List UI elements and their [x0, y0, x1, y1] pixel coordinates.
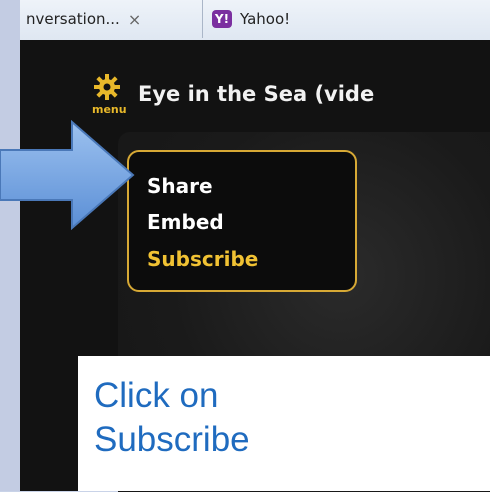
gear-icon[interactable] [92, 72, 122, 102]
menu-item-share[interactable]: Share [147, 174, 213, 198]
caption-text: Click on Subscribe [94, 374, 250, 462]
video-title: Eye in the Sea (vide [138, 82, 375, 106]
browser-tab-bar: nversation... × Y! Yahoo! [20, 0, 490, 41]
tab-conversation[interactable]: nversation... × [26, 0, 203, 38]
instruction-caption: Click on Subscribe [78, 356, 490, 491]
close-icon[interactable]: × [128, 10, 141, 29]
arrow-right-icon [0, 120, 135, 230]
yahoo-icon: Y! [212, 10, 232, 28]
menu-popup: Share Embed Subscribe [127, 150, 357, 292]
caption-line-2: Subscribe [94, 420, 250, 459]
menu-item-embed[interactable]: Embed [147, 210, 224, 234]
tab-label: Yahoo! [240, 10, 291, 28]
slide-margin [0, 0, 20, 491]
tab-yahoo[interactable]: Y! Yahoo! [212, 0, 290, 38]
menu-item-subscribe[interactable]: Subscribe [147, 247, 258, 271]
caption-line-1: Click on [94, 376, 219, 415]
menu-label[interactable]: menu [92, 103, 127, 116]
tab-label: nversation... [26, 10, 120, 28]
